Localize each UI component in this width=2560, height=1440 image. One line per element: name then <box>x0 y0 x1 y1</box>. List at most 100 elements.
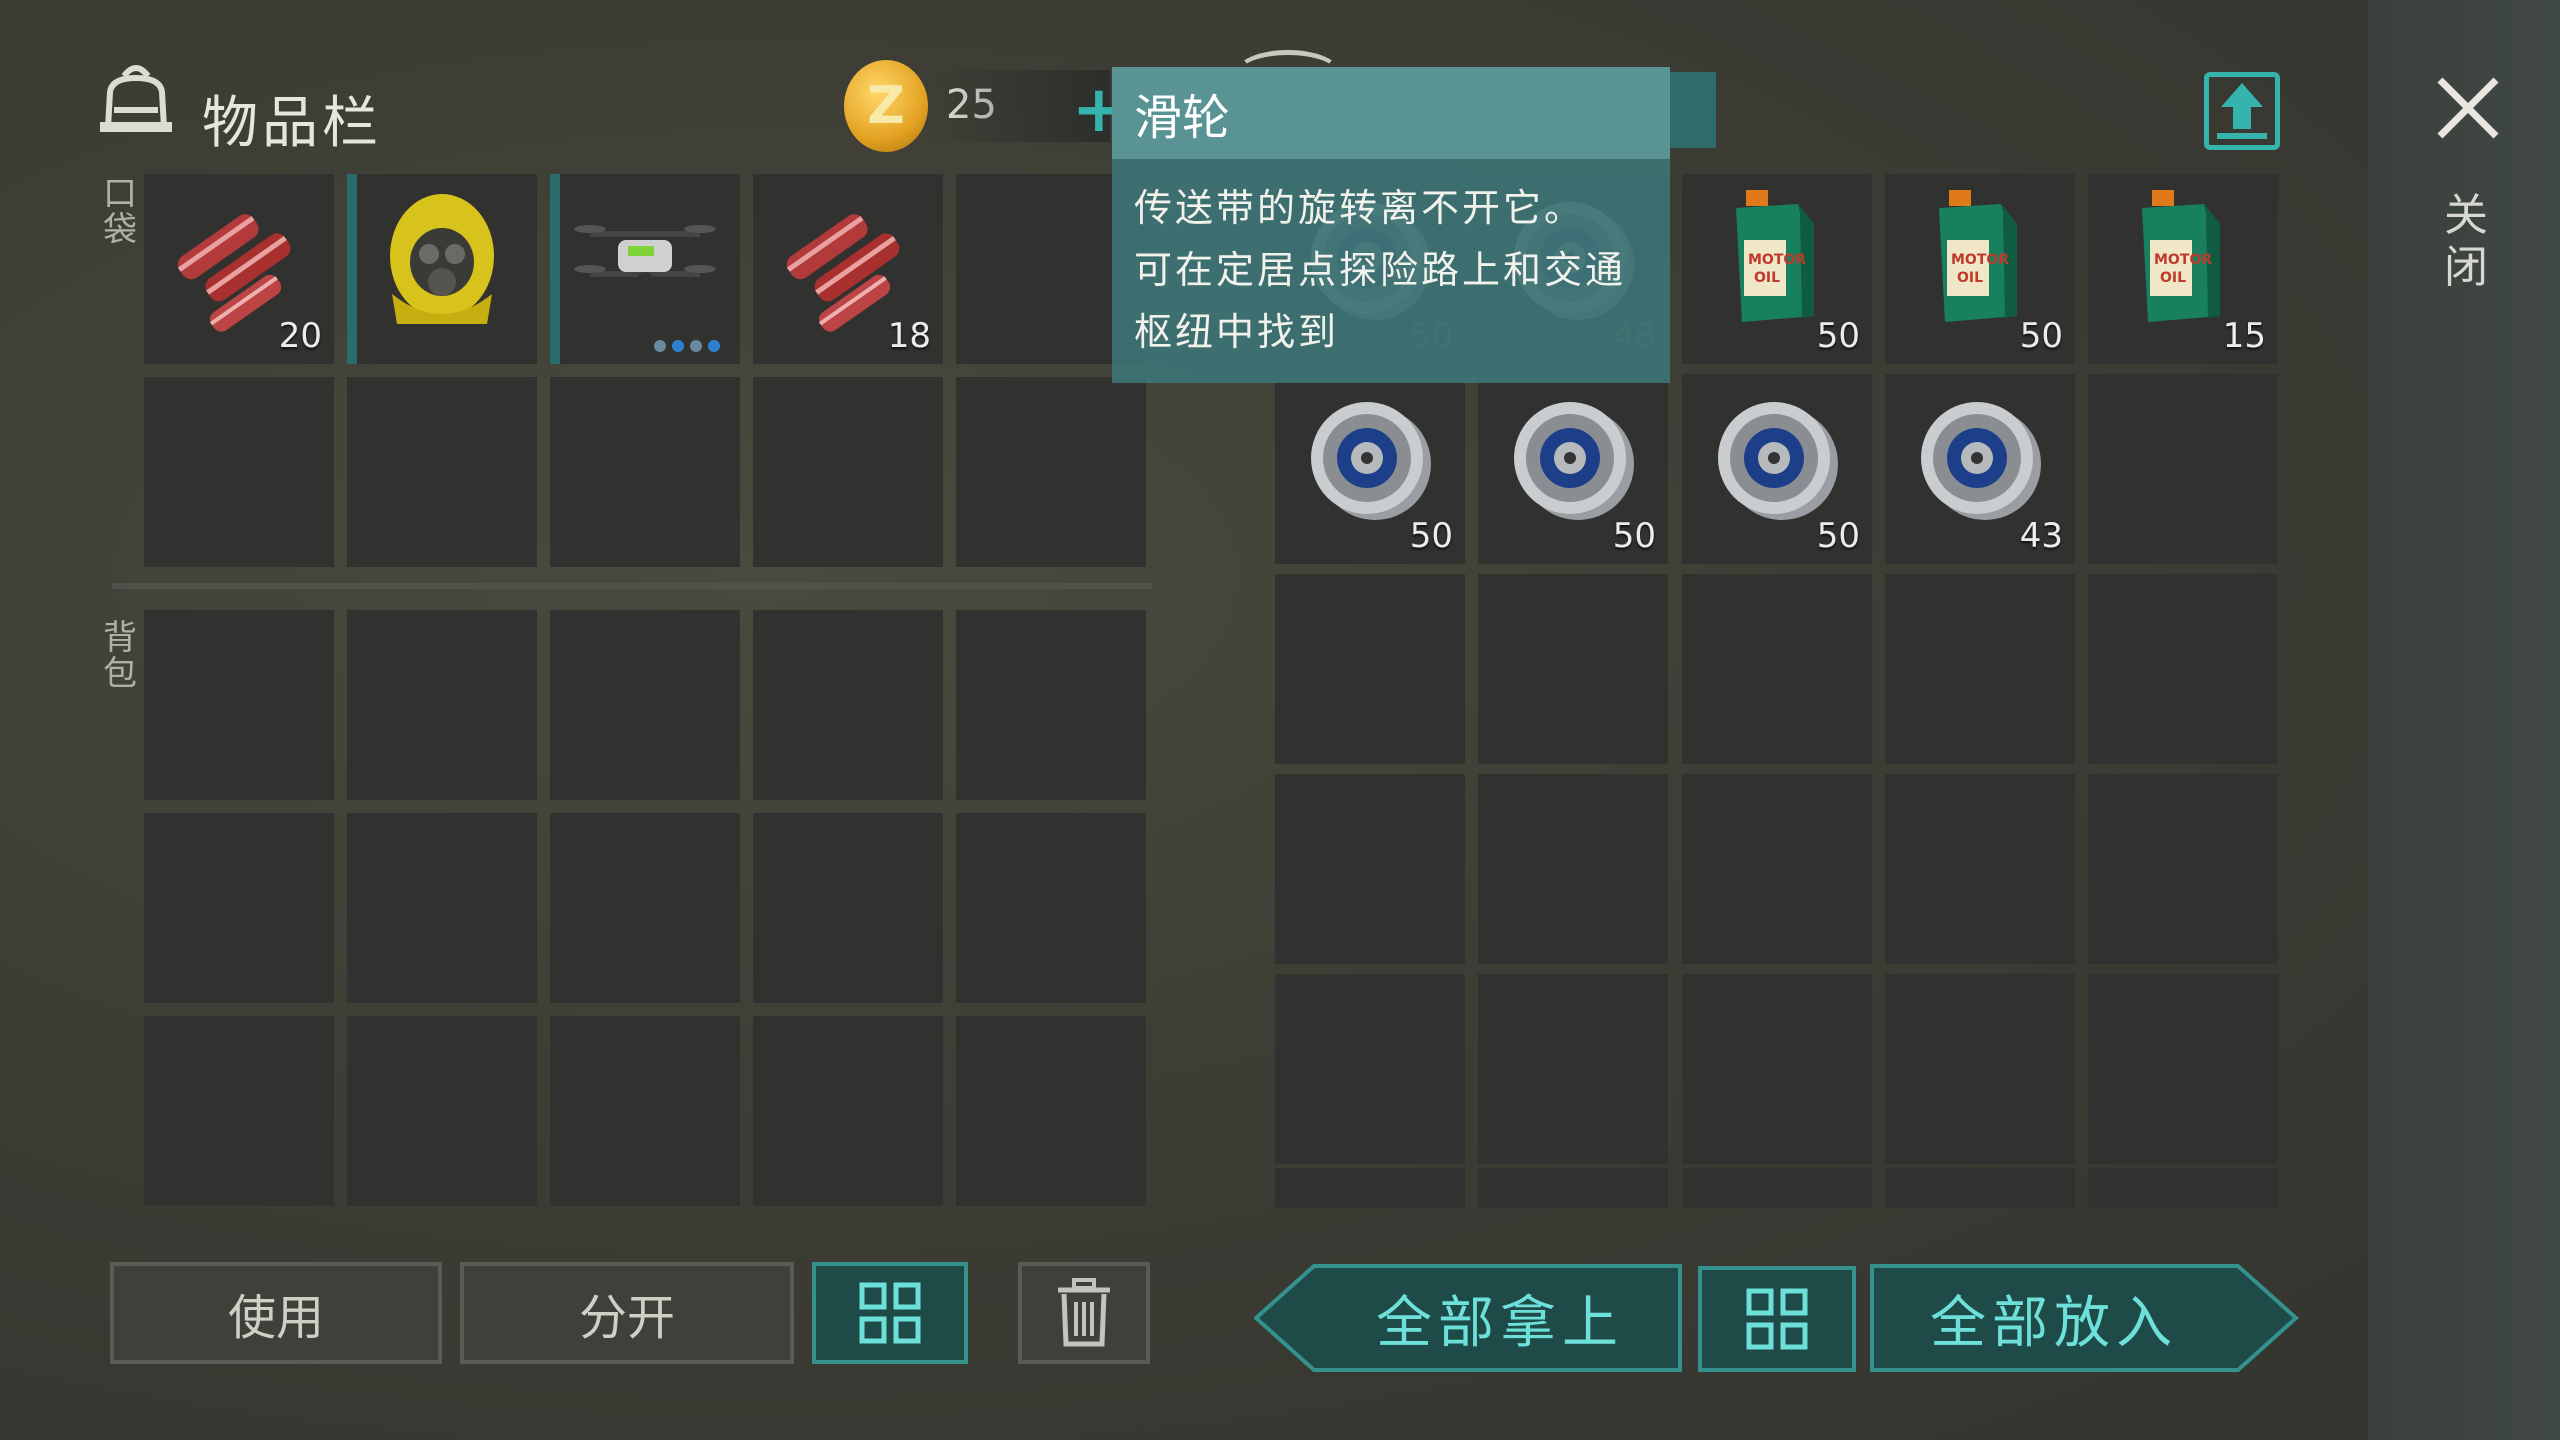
empty-slot[interactable] <box>550 610 740 800</box>
item-count: 50 <box>2019 316 2063 356</box>
empty-slot[interactable] <box>1682 974 1872 1164</box>
close-icon <box>2437 77 2499 139</box>
inventory-slot[interactable]: 50 <box>1275 374 1465 564</box>
svg-text:OIL: OIL <box>1754 270 1780 286</box>
svg-text:MOTOR: MOTOR <box>1748 252 1806 268</box>
item-count: 50 <box>1816 516 1860 556</box>
close-label: 关闭 <box>2444 190 2488 293</box>
put-all-label: 全部放入 <box>1930 1290 2178 1356</box>
empty-slot[interactable] <box>2088 774 2278 964</box>
empty-slot[interactable] <box>1478 774 1668 964</box>
empty-slot[interactable] <box>347 377 537 567</box>
tooltip-title: 滑轮 <box>1112 67 1670 159</box>
item-count: 18 <box>887 316 931 356</box>
empty-slot[interactable] <box>753 813 943 1003</box>
split-button-label: 分开 <box>578 1290 675 1346</box>
empty-slot[interactable] <box>1275 774 1465 964</box>
svg-text:MOTOR: MOTOR <box>1951 252 2009 268</box>
backpack-icon <box>100 65 172 132</box>
empty-slot[interactable] <box>753 1016 943 1206</box>
item-count: 43 <box>2019 516 2063 556</box>
grid-sort-icon <box>859 1282 921 1344</box>
empty-slot[interactable] <box>2088 1168 2278 1208</box>
empty-slot[interactable] <box>550 1016 740 1206</box>
transfer-button[interactable] <box>2204 72 2280 150</box>
empty-slot[interactable] <box>550 377 740 567</box>
inventory-slot[interactable]: 50 <box>1682 374 1872 564</box>
pockets-label: 口袋 <box>103 174 137 250</box>
use-button[interactable]: 使用 <box>110 1262 442 1364</box>
inventory-slot[interactable]: 43 <box>1885 374 2075 564</box>
take-all-label: 全部拿上 <box>1376 1290 1624 1356</box>
empty-slot[interactable] <box>1478 574 1668 764</box>
bacon-icon <box>164 184 314 334</box>
empty-slot[interactable] <box>956 1016 1146 1206</box>
inventory-slot[interactable] <box>347 174 537 364</box>
empty-slot[interactable] <box>1682 574 1872 764</box>
sort-container-button[interactable] <box>1698 1266 1856 1372</box>
empty-slot[interactable] <box>1885 774 2075 964</box>
empty-slot[interactable] <box>1682 1168 1872 1208</box>
sort-player-button[interactable] <box>812 1262 968 1364</box>
item-count: 50 <box>1816 316 1860 356</box>
delete-button[interactable] <box>1018 1262 1150 1364</box>
inventory-slot[interactable] <box>550 174 740 364</box>
svg-text:OIL: OIL <box>1957 270 1983 286</box>
empty-slot[interactable] <box>144 813 334 1003</box>
empty-slot[interactable] <box>550 813 740 1003</box>
motor-oil-icon: MOTOR OIL <box>1702 184 1852 334</box>
inventory-slot[interactable]: MOTOR OIL 15 <box>2088 174 2278 364</box>
pulley-icon <box>1498 384 1648 534</box>
inventory-slot[interactable]: 50 <box>1478 374 1668 564</box>
item-count: 20 <box>278 316 322 356</box>
empty-slot[interactable] <box>1275 574 1465 764</box>
bacon-icon <box>773 184 923 334</box>
inventory-slot[interactable]: MOTOR OIL 50 <box>1885 174 2075 364</box>
motor-oil-icon: MOTOR OIL <box>2108 184 2258 334</box>
empty-slot[interactable] <box>956 813 1146 1003</box>
grid-sort-icon <box>1746 1288 1808 1350</box>
empty-slot[interactable] <box>956 610 1146 800</box>
tooltip-line: 枢纽中找到 <box>1134 310 1340 354</box>
empty-slot[interactable] <box>1885 974 2075 1164</box>
split-button[interactable]: 分开 <box>460 1262 794 1364</box>
empty-slot[interactable] <box>347 813 537 1003</box>
use-button-label: 使用 <box>227 1290 324 1346</box>
pulley-icon <box>1702 384 1852 534</box>
inventory-slot[interactable]: 20 <box>144 174 334 364</box>
empty-slot[interactable] <box>1478 974 1668 1164</box>
empty-slot[interactable] <box>2088 574 2278 764</box>
drone-icon <box>570 184 720 334</box>
durability-dots <box>654 340 720 352</box>
empty-slot[interactable] <box>144 377 334 567</box>
empty-slot[interactable] <box>2088 974 2278 1164</box>
coin-icon: Z <box>844 60 928 152</box>
empty-slot[interactable] <box>347 1016 537 1206</box>
tooltip-description: 传送带的旋转离不开它。 可在定居点探险路上和交通 枢纽中找到 <box>1112 159 1670 381</box>
item-count: 50 <box>1409 516 1453 556</box>
empty-slot[interactable] <box>1478 1168 1668 1208</box>
empty-slot[interactable] <box>753 377 943 567</box>
empty-slot[interactable] <box>347 610 537 800</box>
empty-slot[interactable] <box>144 610 334 800</box>
hazmat-hood-icon <box>367 184 517 334</box>
svg-text:OIL: OIL <box>2160 270 2186 286</box>
item-tooltip: 滑轮 传送带的旋转离不开它。 可在定居点探险路上和交通 枢纽中找到 <box>1112 67 1670 383</box>
empty-slot[interactable] <box>1885 574 2075 764</box>
empty-slot[interactable] <box>1682 774 1872 964</box>
backpack-label: 背包 <box>103 618 137 694</box>
empty-slot[interactable] <box>144 1016 334 1206</box>
empty-slot[interactable] <box>1885 1168 2075 1208</box>
pulley-icon <box>1905 384 2055 534</box>
empty-slot[interactable] <box>2088 374 2278 564</box>
tooltip-line: 可在定居点探险路上和交通 <box>1134 248 1627 292</box>
inventory-slot[interactable]: MOTOR OIL 50 <box>1682 174 1872 364</box>
close-button[interactable] <box>2430 70 2506 146</box>
empty-slot[interactable] <box>1275 974 1465 1164</box>
empty-slot[interactable] <box>1275 1168 1465 1208</box>
inventory-slot[interactable]: 18 <box>753 174 943 364</box>
empty-slot[interactable] <box>753 610 943 800</box>
pocket-backpack-divider <box>112 583 1152 589</box>
upload-arrow-icon <box>2217 83 2267 139</box>
empty-slot[interactable] <box>956 377 1146 567</box>
